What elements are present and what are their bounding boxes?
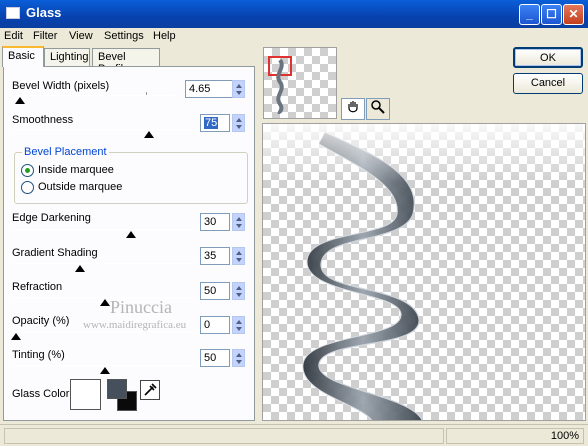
menu-settings[interactable]: Settings bbox=[104, 30, 144, 42]
menu-filter[interactable]: Filter bbox=[33, 30, 57, 42]
opacity-spinner[interactable] bbox=[232, 316, 245, 334]
zoom-level: 100% bbox=[446, 428, 584, 444]
maximize-button[interactable]: ☐ bbox=[541, 4, 562, 25]
bevel-placement-title: Bevel Placement bbox=[22, 146, 109, 158]
menu-edit[interactable]: Edit bbox=[4, 30, 23, 42]
tab-basic[interactable]: Basic bbox=[2, 46, 44, 67]
status-bar: 100% bbox=[0, 424, 588, 446]
glass-color-label: Glass Color bbox=[12, 388, 70, 400]
title-bar: Glass _ ☐ ✕ bbox=[0, 0, 588, 28]
ok-button[interactable]: OK bbox=[513, 47, 583, 68]
gradient-shading-slider[interactable] bbox=[75, 265, 85, 272]
zoom-tool-button[interactable] bbox=[366, 98, 390, 120]
cancel-button[interactable]: Cancel bbox=[513, 73, 583, 94]
outside-marquee-radio[interactable] bbox=[21, 181, 34, 194]
edge-darkening-input[interactable]: 30 bbox=[200, 213, 230, 231]
window-title: Glass bbox=[26, 5, 62, 20]
navigator-preview bbox=[276, 58, 284, 114]
basic-panel: Bevel Width (pixels) 4.65 Smoothness 75 … bbox=[3, 66, 255, 421]
bevel-width-slider[interactable] bbox=[15, 97, 25, 104]
slider-tick bbox=[146, 92, 147, 95]
inside-marquee-label[interactable]: Inside marquee bbox=[38, 164, 114, 176]
refraction-slider[interactable] bbox=[100, 299, 110, 306]
close-button[interactable]: ✕ bbox=[563, 4, 584, 25]
pan-tool-button[interactable] bbox=[341, 98, 365, 120]
opacity-slider[interactable] bbox=[11, 333, 21, 340]
menu-help[interactable]: Help bbox=[153, 30, 176, 42]
minimize-button[interactable]: _ bbox=[519, 4, 540, 25]
gradient-shading-track bbox=[14, 263, 194, 264]
bevel-width-input[interactable]: 4.65 bbox=[185, 80, 235, 98]
tinting-label: Tinting (%) bbox=[12, 349, 65, 361]
tinting-input[interactable]: 50 bbox=[200, 349, 230, 367]
app-icon bbox=[6, 7, 20, 19]
tinting-track bbox=[14, 365, 194, 366]
smoothness-input[interactable]: 75 bbox=[200, 114, 230, 132]
hand-icon bbox=[348, 101, 358, 113]
menu-view[interactable]: View bbox=[69, 30, 93, 42]
bevel-width-label: Bevel Width (pixels) bbox=[12, 80, 110, 92]
refraction-spinner[interactable] bbox=[232, 282, 245, 300]
opacity-label: Opacity (%) bbox=[12, 315, 70, 327]
watermark-name: Pinuccia bbox=[110, 297, 172, 317]
smoothness-slider[interactable] bbox=[144, 131, 154, 138]
eyedropper-button[interactable] bbox=[140, 380, 160, 400]
outside-marquee-label[interactable]: Outside marquee bbox=[38, 181, 122, 193]
tab-lighting[interactable]: Lighting bbox=[44, 48, 90, 66]
tab-bevel-profile[interactable]: Bevel Profile bbox=[92, 48, 160, 75]
gradient-shading-input[interactable]: 35 bbox=[200, 247, 230, 265]
menu-bar: Edit Filter View Settings Help bbox=[0, 28, 588, 46]
status-message bbox=[4, 428, 444, 444]
preview-canvas[interactable] bbox=[262, 123, 586, 421]
watermark-site: www.maidiregrafica.eu bbox=[83, 319, 187, 331]
edge-darkening-label: Edge Darkening bbox=[12, 212, 91, 224]
tinting-slider[interactable] bbox=[100, 367, 110, 374]
tinting-spinner[interactable] bbox=[232, 349, 245, 367]
smoothness-label: Smoothness bbox=[12, 114, 74, 126]
bevel-width-track bbox=[14, 95, 174, 96]
gradient-shading-spinner[interactable] bbox=[232, 247, 245, 265]
opacity-track bbox=[14, 331, 194, 332]
opacity-input[interactable]: 0 bbox=[200, 316, 230, 334]
eyedropper-icon bbox=[144, 383, 157, 396]
smoothness-spinner[interactable] bbox=[232, 114, 245, 132]
edge-darkening-slider[interactable] bbox=[126, 231, 136, 238]
bevel-width-spinner[interactable] bbox=[232, 80, 245, 98]
glass-ribbon-preview bbox=[263, 124, 585, 420]
bevel-placement-group: Bevel Placement Inside marquee Outside m… bbox=[14, 146, 248, 204]
smoothness-track bbox=[14, 129, 194, 130]
edge-darkening-track bbox=[14, 229, 194, 230]
glass-color-swatch[interactable] bbox=[70, 379, 101, 410]
inside-marquee-radio[interactable] bbox=[21, 164, 34, 177]
refraction-label: Refraction bbox=[12, 281, 63, 293]
fill-color-swatch[interactable] bbox=[107, 379, 127, 399]
navigator-thumbnail[interactable] bbox=[263, 47, 337, 119]
refraction-input[interactable]: 50 bbox=[200, 282, 230, 300]
gradient-shading-label: Gradient Shading bbox=[12, 247, 98, 259]
edge-darkening-spinner[interactable] bbox=[232, 213, 245, 231]
magnifier-icon bbox=[371, 100, 385, 114]
